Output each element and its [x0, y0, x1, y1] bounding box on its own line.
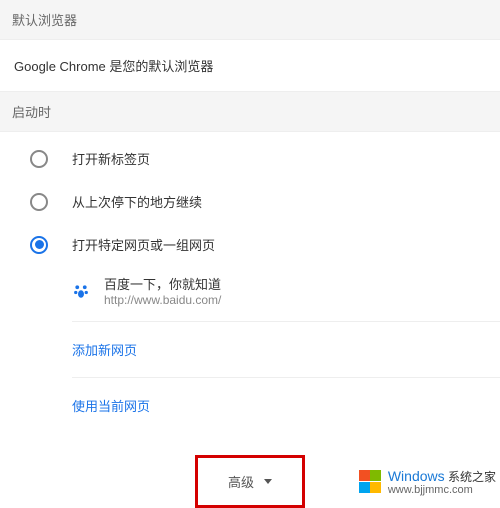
radio-specific-label: 打开特定网页或一组网页	[72, 235, 215, 254]
startup-radio-group: 打开新标签页 从上次停下的地方继续 打开特定网页或一组网页 百度一下，你就知道 …	[0, 132, 500, 427]
startup-section-header: 启动时	[0, 92, 500, 132]
baidu-paw-icon	[72, 282, 90, 300]
use-current-pages-link[interactable]: 使用当前网页	[0, 384, 500, 427]
startup-page-info: 百度一下，你就知道 http://www.baidu.com/	[104, 274, 221, 307]
radio-new-tab-label: 打开新标签页	[72, 149, 150, 168]
radio-continue-label: 从上次停下的地方继续	[72, 192, 202, 211]
advanced-label: 高级	[228, 472, 254, 491]
radio-unchecked-icon	[30, 193, 48, 211]
startup-page-title: 百度一下，你就知道	[104, 274, 221, 293]
radio-continue[interactable]: 从上次停下的地方继续	[0, 180, 500, 223]
watermark: Windows 系统之家 www.bjjmmc.com	[359, 469, 496, 496]
radio-specific-pages[interactable]: 打开特定网页或一组网页	[0, 223, 500, 266]
chevron-down-icon	[264, 479, 272, 484]
startup-page-url: http://www.baidu.com/	[104, 293, 221, 307]
advanced-button[interactable]: 高级	[195, 455, 305, 508]
add-new-page-link[interactable]: 添加新网页	[0, 328, 500, 371]
watermark-suffix: 系统之家	[448, 470, 496, 484]
radio-new-tab[interactable]: 打开新标签页	[0, 137, 500, 180]
windows-logo-icon	[359, 470, 383, 494]
watermark-url: www.bjjmmc.com	[388, 484, 496, 496]
divider	[72, 321, 500, 322]
watermark-brand: Windows	[388, 468, 445, 484]
default-browser-status: Google Chrome 是您的默认浏览器	[0, 40, 500, 92]
startup-page-entry[interactable]: 百度一下，你就知道 http://www.baidu.com/	[0, 266, 500, 315]
default-browser-section-header: 默认浏览器	[0, 0, 500, 40]
divider	[72, 377, 500, 378]
radio-checked-icon	[30, 236, 48, 254]
radio-unchecked-icon	[30, 150, 48, 168]
